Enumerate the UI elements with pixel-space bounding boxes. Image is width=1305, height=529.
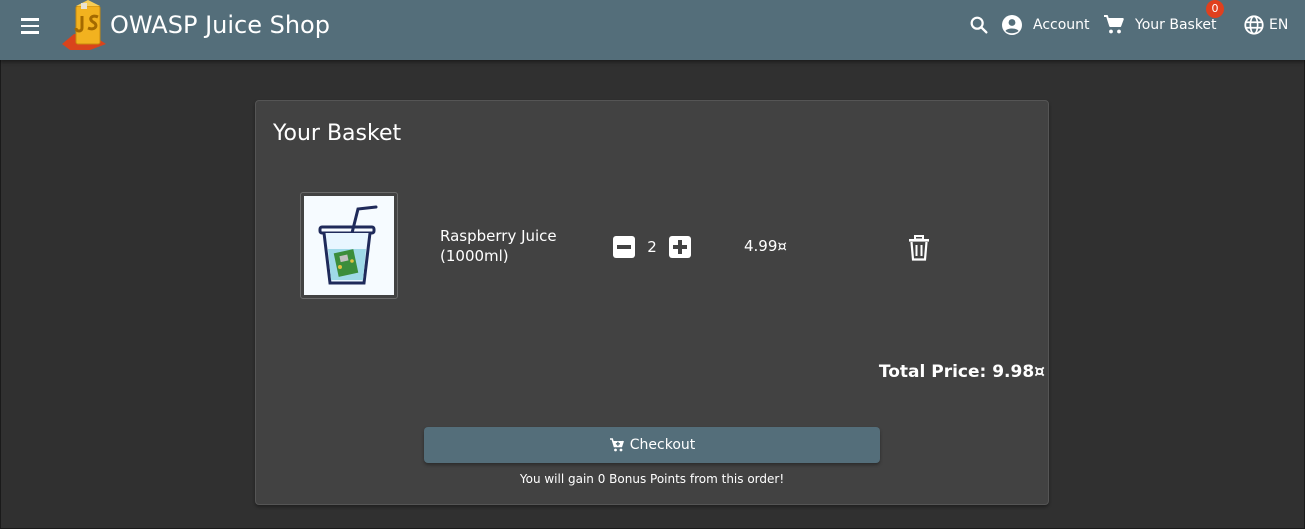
account-button[interactable]: Account <box>1000 10 1090 40</box>
globe-icon <box>1244 15 1264 35</box>
juice-shop-logo[interactable] <box>60 0 110 52</box>
cart-plus-icon <box>609 438 624 452</box>
product-name: Raspberry Juice (1000ml) <box>440 227 557 265</box>
language-button[interactable]: EN <box>1243 10 1288 40</box>
trash-icon <box>909 235 929 261</box>
basket-card: Your Basket Raspberry Juice (1000ml) 2 4… <box>255 100 1049 505</box>
unit-price: 4.99¤ <box>744 237 787 255</box>
search-icon <box>970 16 988 34</box>
account-label: Account <box>1033 17 1090 33</box>
top-toolbar: OWASP Juice Shop Account Your Basket 0 E… <box>0 0 1305 60</box>
app-title[interactable]: OWASP Juice Shop <box>110 10 330 40</box>
increase-quantity-button[interactable] <box>669 236 691 258</box>
basket-button[interactable]: Your Basket <box>1102 10 1217 40</box>
juice-cup-image <box>304 196 394 295</box>
basket-count-badge: 0 <box>1206 0 1224 18</box>
quantity-value: 2 <box>647 238 657 256</box>
product-image-frame <box>300 192 398 299</box>
language-label: EN <box>1269 17 1289 33</box>
basket-title: Your Basket <box>273 121 402 146</box>
delete-item-button[interactable] <box>908 235 930 261</box>
checkout-label: Checkout <box>629 437 696 453</box>
basket-label: Your Basket <box>1135 17 1217 33</box>
total-price: Total Price: 9.98¤ <box>878 362 1045 382</box>
menu-icon[interactable] <box>18 13 44 39</box>
bonus-points-text: You will gain 0 Bonus Points from this o… <box>519 472 785 486</box>
account-circle-icon <box>1002 15 1022 35</box>
search-button[interactable] <box>968 10 990 40</box>
decrease-quantity-button[interactable] <box>613 236 635 258</box>
shopping-cart-icon <box>1104 15 1124 34</box>
checkout-button[interactable]: Checkout <box>424 427 880 463</box>
